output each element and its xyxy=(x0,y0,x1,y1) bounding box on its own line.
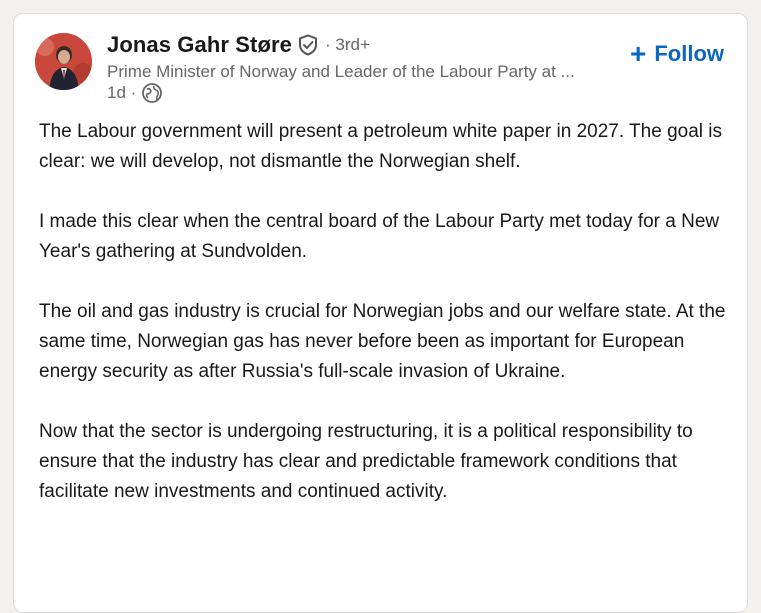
verified-badge-icon xyxy=(297,34,319,56)
post-paragraph-2: I made this clear when the central board… xyxy=(39,211,720,262)
follow-label: Follow xyxy=(654,41,724,66)
post-time: 1d xyxy=(107,83,126,102)
plus-icon: + xyxy=(629,38,647,69)
author-name[interactable]: Jonas Gahr Støre xyxy=(107,32,292,58)
post-body: The Labour government will present a pet… xyxy=(39,117,739,537)
post-paragraph-3: The oil and gas industry is crucial for … xyxy=(39,301,726,382)
globe-icon xyxy=(141,82,163,104)
post-card: Jonas Gahr Støre · 3rd+ Prime Minister o… xyxy=(13,13,748,613)
connection-label: 3rd+ xyxy=(335,35,370,54)
author-avatar[interactable] xyxy=(35,33,92,90)
author-headline: Prime Minister of Norway and Leader of t… xyxy=(107,62,575,81)
meta-separator: · xyxy=(125,83,137,102)
connection-degree: · 3rd+ xyxy=(325,35,370,55)
post-paragraph-4: Now that the sector is undergoing restru… xyxy=(39,421,693,502)
post-paragraph-1: The Labour government will present a pet… xyxy=(39,121,722,172)
follow-button[interactable]: + Follow xyxy=(629,38,724,69)
separator-dot: · xyxy=(325,35,336,54)
post-meta: 1d · xyxy=(107,82,163,104)
author-name-row: Jonas Gahr Støre · 3rd+ xyxy=(107,32,370,58)
